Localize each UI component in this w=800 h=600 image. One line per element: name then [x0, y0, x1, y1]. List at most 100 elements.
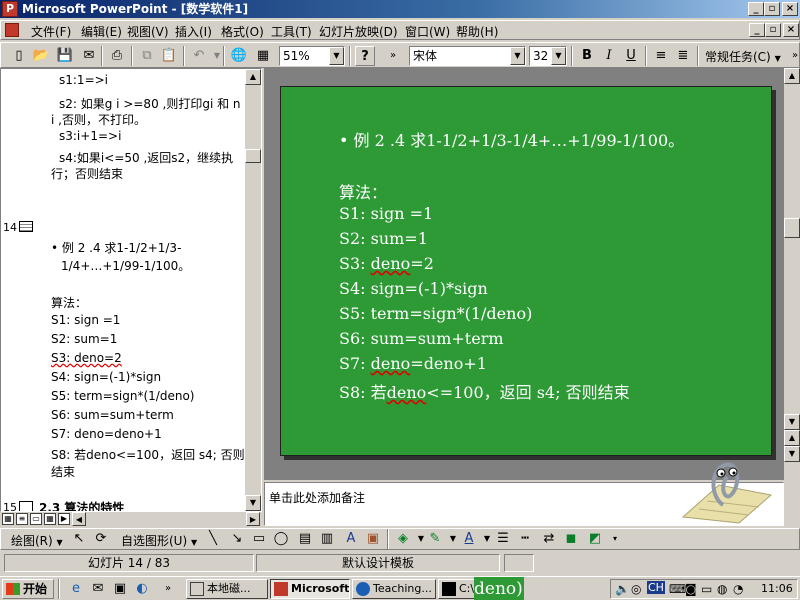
- rectangle-icon[interactable]: ▭: [249, 529, 269, 549]
- close-button[interactable]: ×: [782, 2, 798, 16]
- line-icon[interactable]: ╲: [203, 529, 223, 549]
- copy-icon[interactable]: ⧉: [137, 46, 157, 66]
- outline-step[interactable]: S8: 若deno<=100，返回 s4; 否则: [51, 446, 245, 463]
- office-assistant-icon[interactable]: [679, 455, 775, 525]
- slide-sorter-icon[interactable]: ▦: [44, 513, 56, 525]
- slide-step-7[interactable]: S7: deno=deno+1: [339, 354, 487, 373]
- scroll-thumb[interactable]: [245, 149, 261, 163]
- menu-tools[interactable]: 工具(T): [271, 23, 312, 40]
- outline-line[interactable]: s4:如果i<=50 ,返回s2，继续执: [59, 149, 233, 166]
- fill-color-icon[interactable]: ◈: [393, 529, 413, 549]
- slide-step-2[interactable]: S2: sum=1: [339, 229, 428, 248]
- antivirus-icon[interactable]: ◙: [685, 582, 697, 596]
- slide-step-8[interactable]: S8: 若deno<=100，返回 s4; 否则结束: [339, 379, 630, 403]
- slideshow-icon[interactable]: ▶: [58, 513, 70, 525]
- dash-style-icon[interactable]: ┅: [515, 529, 535, 549]
- clock[interactable]: 11:06: [761, 582, 793, 595]
- outline-step[interactable]: S1: sign =1: [51, 313, 120, 327]
- shield-icon[interactable]: ◍: [717, 582, 727, 596]
- ime-icon[interactable]: ⌨: [669, 582, 686, 596]
- start-button[interactable]: 开始: [2, 579, 54, 599]
- print-icon[interactable]: ⎙: [107, 46, 127, 66]
- powerpoint-app-icon[interactable]: [2, 1, 18, 17]
- scroll-thumb[interactable]: [784, 218, 800, 238]
- select-arrow-icon[interactable]: ↖: [69, 529, 89, 549]
- outline-step[interactable]: S4: sign=(-1)*sign: [51, 370, 161, 384]
- outline-step[interactable]: S3: deno=2: [51, 351, 122, 365]
- help-button[interactable]: ?: [355, 46, 375, 66]
- previous-slide-icon[interactable]: ▲: [784, 430, 800, 446]
- shadow-icon[interactable]: ◼: [561, 529, 581, 549]
- menu-slideshow[interactable]: 幻灯片放映(D): [319, 23, 398, 40]
- notes-pane[interactable]: 单击此处添加备注: [264, 462, 784, 526]
- draw-menu[interactable]: 绘图(R) ▼: [11, 532, 63, 549]
- outline-scrollbar[interactable]: ▲ ▼: [245, 69, 261, 511]
- dropdown-arrow-icon[interactable]: ▼: [329, 47, 344, 65]
- slide-scrollbar[interactable]: ▲ ▼ ▲ ▼: [784, 68, 800, 480]
- slide-step-1[interactable]: S1: sign =1: [339, 204, 433, 223]
- doc-minimize-button[interactable]: _: [749, 23, 765, 37]
- outline-step[interactable]: S2: sum=1: [51, 332, 117, 346]
- paste-icon[interactable]: 📋: [159, 46, 179, 66]
- outline-pane[interactable]: s1:1=>i s2: 如果g i >=80 ,则打印gi 和 n i ,否则，…: [0, 68, 262, 512]
- menu-view[interactable]: 视图(V): [127, 23, 169, 40]
- outline-line[interactable]: s1:1=>i: [59, 73, 108, 87]
- menu-edit[interactable]: 编辑(E): [81, 23, 122, 40]
- slide-canvas[interactable]: • 例 2 .4 求1-1/2+1/3-1/4+…+1/99-1/100。 算法…: [280, 86, 772, 456]
- scroll-up-icon[interactable]: ▲: [245, 69, 261, 85]
- arrow-icon[interactable]: ↘: [227, 529, 247, 549]
- volume-icon[interactable]: 🔈: [615, 582, 630, 596]
- media-icon[interactable]: ◐: [132, 579, 152, 599]
- normal-view-icon[interactable]: ▦: [2, 513, 14, 525]
- free-rotate-icon[interactable]: ⟳: [91, 529, 111, 549]
- clock-tray-icon[interactable]: ◔: [733, 582, 743, 596]
- outline-view-icon[interactable]: ≡: [16, 513, 28, 525]
- network-icon[interactable]: ◎: [631, 582, 641, 596]
- outline-line[interactable]: i ,否则，不打印。: [51, 111, 146, 128]
- restore-button[interactable]: ▫: [764, 2, 780, 16]
- scroll-right-icon[interactable]: ▶: [246, 512, 260, 526]
- slide-step-3[interactable]: S3: deno=2: [339, 254, 434, 273]
- menu-insert[interactable]: 插入(I): [175, 23, 212, 40]
- font-size-combo[interactable]: 32 ▼: [529, 46, 567, 66]
- italic-button[interactable]: I: [599, 46, 619, 66]
- email-icon[interactable]: ✉: [79, 46, 99, 66]
- notes-placeholder[interactable]: 单击此处添加备注: [269, 489, 365, 506]
- align-left-icon[interactable]: ≡: [651, 46, 671, 66]
- next-slide-icon[interactable]: ▼: [784, 446, 800, 462]
- font-combo[interactable]: 宋体 ▼: [409, 46, 526, 66]
- insert-table-icon[interactable]: ▦: [253, 46, 273, 66]
- outline-step[interactable]: S5: term=sign*(1/deno): [51, 389, 194, 403]
- scroll-left-icon[interactable]: ◀: [72, 512, 86, 526]
- outline-step[interactable]: S7: deno=deno+1: [51, 427, 162, 441]
- toolbar-options-icon[interactable]: »: [785, 46, 800, 66]
- wordart-icon[interactable]: ▥: [317, 529, 337, 549]
- outline-bullet-cont[interactable]: 1/4+…+1/99-1/100。: [61, 257, 190, 274]
- slide-bullet[interactable]: • 例 2 .4 求1-1/2+1/3-1/4+…+1/99-1/100。: [339, 127, 684, 151]
- menu-format[interactable]: 格式(O): [221, 23, 264, 40]
- slide-step-4[interactable]: S4: sign=(-1)*sign: [339, 279, 488, 298]
- dropdown-arrow-icon[interactable]: ▼: [551, 47, 566, 65]
- hyperlink-icon[interactable]: 🌐: [229, 46, 249, 66]
- line-style-icon[interactable]: ☰: [493, 529, 513, 549]
- ie-icon[interactable]: e: [66, 579, 86, 599]
- toolbar-options-icon[interactable]: »: [383, 46, 403, 66]
- outline-algo-title[interactable]: 算法：: [51, 294, 87, 311]
- slide-step-5[interactable]: S5: term=sign*(1/deno): [339, 304, 532, 323]
- slide-thumbnail-icon[interactable]: [19, 221, 33, 232]
- outline-line[interactable]: 行；否则结束: [51, 165, 123, 182]
- menu-help[interactable]: 帮助(H): [456, 23, 498, 40]
- line-color-icon[interactable]: ✎: [425, 529, 445, 549]
- minimize-button[interactable]: _: [748, 2, 764, 16]
- outline-step-cont[interactable]: 结束: [51, 463, 75, 480]
- menu-file[interactable]: 文件(F): [31, 23, 71, 40]
- dropdown-arrow-icon[interactable]: ▼: [510, 47, 525, 65]
- wordart-a-icon[interactable]: A: [341, 529, 361, 549]
- task-local-disk[interactable]: 本地磁...: [186, 579, 268, 599]
- toolbar-options-icon[interactable]: ▾: [605, 529, 625, 549]
- common-tasks-menu[interactable]: 常规任务(C) ▼: [705, 48, 781, 65]
- slide-step-6[interactable]: S6: sum=sum+term: [339, 329, 504, 348]
- zoom-combo[interactable]: 51% ▼: [279, 46, 345, 66]
- textbox-icon[interactable]: ▤: [295, 529, 315, 549]
- desktop-icon[interactable]: ▣: [110, 579, 130, 599]
